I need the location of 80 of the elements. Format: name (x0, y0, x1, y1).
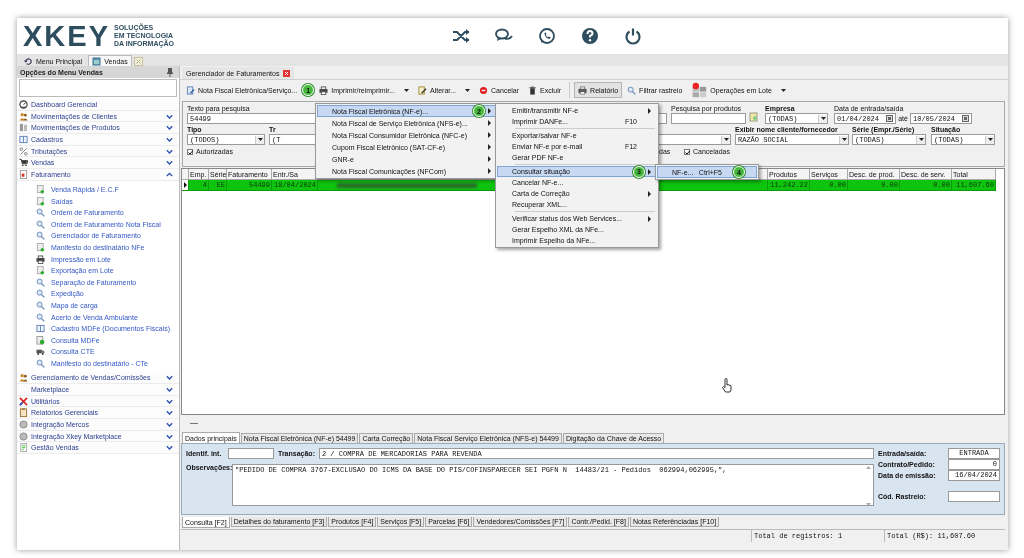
search-field[interactable] (671, 113, 746, 124)
checkbox[interactable] (684, 148, 690, 155)
checkbox[interactable] (187, 148, 193, 155)
calendar-icon[interactable] (962, 115, 969, 122)
chevron-down-icon[interactable] (166, 421, 173, 427)
printer-icon (319, 85, 329, 95)
chevron-down-icon[interactable] (166, 160, 173, 166)
power-icon[interactable] (624, 27, 642, 45)
search-icon (36, 277, 45, 287)
hand-cursor-icon (721, 378, 733, 393)
book-icon (19, 134, 28, 144)
caret-icon (820, 117, 826, 120)
chevron-down-icon[interactable] (166, 113, 173, 119)
document-search-icon (749, 112, 759, 122)
circle-icon (19, 431, 28, 441)
chevron-down-icon[interactable] (166, 125, 173, 131)
search-icon (36, 312, 45, 322)
add-document-icon (36, 196, 45, 206)
caret-icon (257, 138, 263, 141)
caret-icon (465, 88, 471, 92)
clipboard-icon (19, 408, 28, 418)
input-field[interactable] (228, 448, 274, 459)
caret-icon (723, 138, 729, 141)
caret-icon (780, 88, 786, 92)
trash-icon (528, 85, 538, 95)
search-icon (36, 359, 45, 368)
people-icon (19, 373, 28, 383)
cancel-icon (479, 85, 489, 95)
chevron-down-icon[interactable] (166, 433, 173, 439)
search-icon (36, 301, 45, 311)
batch-operations-icon (691, 82, 708, 98)
search-icon (627, 85, 637, 95)
truck-icon (36, 347, 45, 357)
input-field[interactable] (948, 490, 1000, 502)
tools-icon (19, 396, 28, 406)
chevron-down-icon[interactable] (166, 398, 173, 404)
search-icon (36, 289, 45, 299)
chevron-down-icon[interactable] (166, 136, 173, 142)
window-icon (92, 56, 102, 66)
percent-icon (19, 146, 28, 156)
gauge-icon (19, 99, 28, 109)
edit-document-icon (418, 85, 427, 95)
caret-icon (404, 88, 409, 92)
search-icon (36, 208, 45, 218)
chevron-down-icon[interactable] (166, 445, 173, 451)
caret-icon (841, 138, 847, 141)
cart-icon (19, 158, 28, 168)
circle-icon (19, 419, 28, 429)
caret-icon (987, 138, 993, 141)
refresh-icon (24, 56, 33, 66)
document-icon (19, 443, 28, 453)
printer-icon (578, 85, 588, 95)
document-icon (36, 335, 45, 345)
add-document-icon (36, 185, 45, 195)
boxes-icon (19, 123, 28, 133)
pin-icon[interactable] (166, 67, 174, 77)
add-document-icon (36, 266, 45, 276)
close-icon[interactable] (283, 69, 291, 77)
chevron-up-icon[interactable] (166, 171, 173, 177)
calendar-icon[interactable] (886, 115, 893, 122)
printer-icon (36, 254, 45, 264)
chevron-down-icon[interactable] (166, 375, 173, 381)
people-icon (19, 111, 28, 121)
check-icon (188, 149, 193, 155)
shuffle-icon[interactable] (452, 27, 470, 45)
scrollbar-arrows-icon[interactable] (866, 466, 871, 505)
document-icon (186, 85, 195, 95)
caret-icon (918, 138, 924, 141)
book-icon (36, 324, 45, 334)
add-document-icon (36, 243, 45, 253)
document-icon (19, 169, 28, 179)
chevron-down-icon[interactable] (166, 386, 173, 392)
check-icon (685, 149, 690, 155)
chevron-down-icon[interactable] (166, 148, 173, 154)
chevron-down-icon[interactable] (166, 410, 173, 416)
search-field[interactable] (19, 79, 177, 97)
logo-wordmark: XKEY (23, 21, 110, 51)
help-icon[interactable] (581, 27, 599, 45)
search-icon (36, 231, 45, 241)
search-icon (36, 219, 45, 229)
